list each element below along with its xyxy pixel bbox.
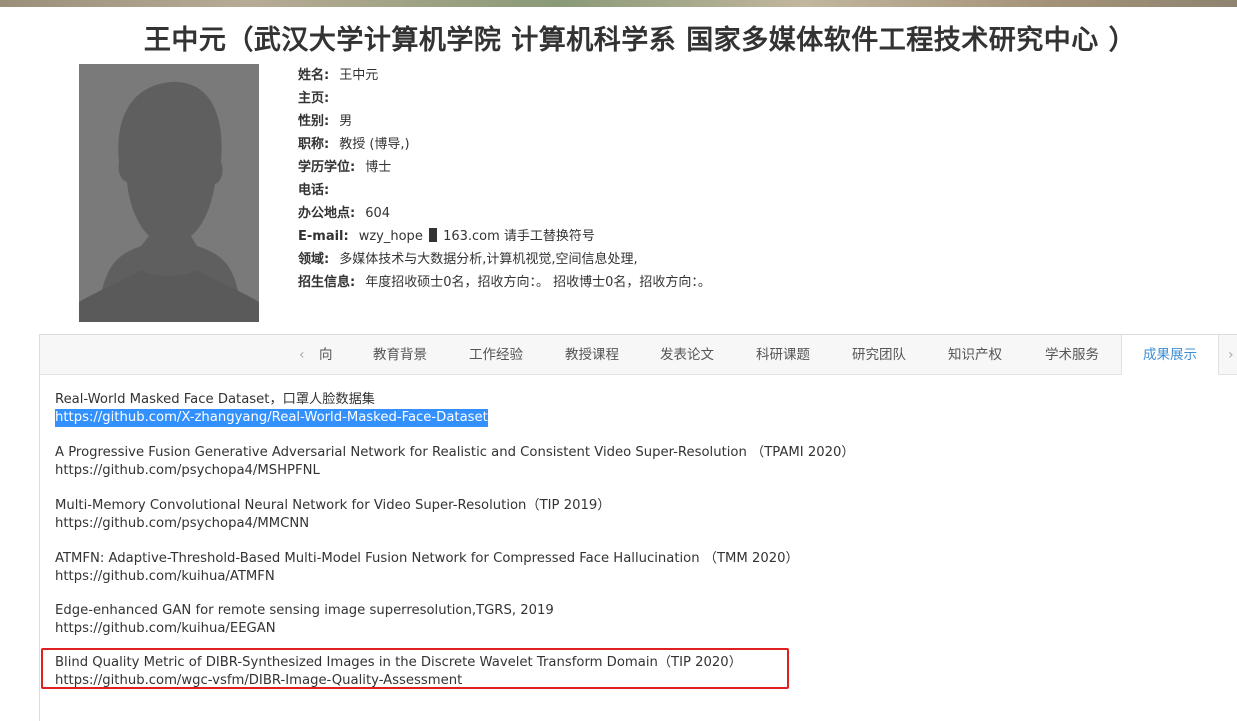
profile-label: 学历学位: bbox=[298, 160, 356, 175]
profile-value: 博士 bbox=[365, 160, 392, 175]
tab-direction[interactable]: 向 bbox=[319, 335, 333, 374]
list-item: Multi-Memory Convolutional Neural Networ… bbox=[55, 497, 610, 533]
profile-label: 姓名: bbox=[298, 68, 330, 83]
profile-label: 主页: bbox=[298, 91, 330, 106]
entry-title: A Progressive Fusion Generative Adversar… bbox=[55, 445, 855, 460]
entry-link[interactable]: https://github.com/kuihua/ATMFN bbox=[55, 568, 799, 586]
profile-value: 王中元 bbox=[339, 68, 379, 83]
entry-link[interactable]: https://github.com/psychopa4/MMCNN bbox=[55, 515, 610, 533]
header-banner-strip bbox=[0, 0, 1237, 7]
profile-row-email: E-mail: wzy_hope 163.com 请手工替换符号 bbox=[298, 227, 711, 250]
tab-papers[interactable]: 发表论文 bbox=[660, 335, 714, 374]
profile-row-admission: 招生信息: 年度招收硕士0名，招收方向：。 招收博士0名，招收方向：。 bbox=[298, 273, 711, 296]
person-silhouette-icon bbox=[79, 64, 259, 322]
tab-service[interactable]: 学术服务 bbox=[1045, 335, 1099, 374]
redacted-at-icon bbox=[428, 228, 437, 242]
profile-label: 领域: bbox=[298, 252, 330, 267]
tab-achievements[interactable]: 成果展示 bbox=[1121, 335, 1219, 375]
profile-row-gender: 性别: 男 bbox=[298, 112, 711, 135]
tab-courses[interactable]: 教授课程 bbox=[565, 335, 619, 374]
profile-label: E-mail: bbox=[298, 229, 349, 244]
entry-link[interactable]: https://github.com/psychopa4/MSHPFNL bbox=[55, 462, 855, 480]
avatar bbox=[79, 64, 259, 322]
profile-label: 招生信息: bbox=[298, 275, 356, 290]
tab-experience[interactable]: 工作经验 bbox=[469, 335, 523, 374]
profile-label: 电话: bbox=[298, 183, 330, 198]
profile-value: 多媒体技术与大数据分析,计算机视觉,空间信息处理, bbox=[339, 252, 638, 267]
profile-row-degree: 学历学位: 博士 bbox=[298, 158, 711, 181]
email-domain: 163.com 请手工替换符号 bbox=[443, 229, 595, 244]
entry-title: Edge-enhanced GAN for remote sensing ima… bbox=[55, 603, 554, 618]
profile-info: 姓名: 王中元 主页: 性别: 男 职称: 教授 (博导,) 学历学位: 博士 电话: … bbox=[298, 66, 711, 296]
profile-row-title: 职称: 教授 (博导,) bbox=[298, 135, 711, 158]
tab-education[interactable]: 教育背景 bbox=[373, 335, 427, 374]
entry-link[interactable]: https://github.com/X-zhangyang/Real-Worl… bbox=[55, 409, 488, 427]
tab-bar: ‹ 向 教育背景 工作经验 教授课程 发表论文 科研课题 研究团队 知识产权 学… bbox=[40, 335, 1237, 375]
list-item: ATMFN: Adaptive-Threshold-Based Multi-Mo… bbox=[55, 550, 799, 586]
tab-ip[interactable]: 知识产权 bbox=[948, 335, 1002, 374]
profile-value: 604 bbox=[365, 206, 391, 221]
profile-label: 性别: bbox=[298, 114, 330, 129]
chevron-right-icon[interactable]: › bbox=[1228, 335, 1234, 374]
page-title: 王中元（武汉大学计算机学院 计算机科学系 国家多媒体软件工程技术研究中心 ） bbox=[143, 25, 1137, 56]
entry-title: Real-World Masked Face Dataset，口罩人脸数据集 bbox=[55, 392, 375, 407]
profile-value: 教授 (博导,) bbox=[339, 137, 410, 152]
entry-title: Multi-Memory Convolutional Neural Networ… bbox=[55, 498, 611, 513]
profile-value: 男 bbox=[339, 114, 353, 129]
profile-label: 办公地点: bbox=[298, 206, 356, 221]
entry-title: ATMFN: Adaptive-Threshold-Based Multi-Mo… bbox=[55, 551, 799, 566]
list-item: Real-World Masked Face Dataset，口罩人脸数据集 h… bbox=[55, 391, 488, 427]
profile-row-homepage: 主页: bbox=[298, 89, 711, 112]
profile-label: 职称: bbox=[298, 137, 330, 152]
list-item: Edge-enhanced GAN for remote sensing ima… bbox=[55, 602, 554, 638]
profile-row-field: 领域: 多媒体技术与大数据分析,计算机视觉,空间信息处理, bbox=[298, 250, 711, 273]
profile-value: 年度招收硕士0名，招收方向：。 招收博士0名，招收方向：。 bbox=[365, 275, 711, 290]
profile-row-office: 办公地点: 604 bbox=[298, 204, 711, 227]
tab-team[interactable]: 研究团队 bbox=[852, 335, 906, 374]
highlight-annotation-box bbox=[41, 648, 789, 689]
list-item: A Progressive Fusion Generative Adversar… bbox=[55, 444, 855, 480]
tab-projects[interactable]: 科研课题 bbox=[756, 335, 810, 374]
profile-row-phone: 电话: bbox=[298, 181, 711, 204]
profile-row-name: 姓名: 王中元 bbox=[298, 66, 711, 89]
entry-link[interactable]: https://github.com/kuihua/EEGAN bbox=[55, 620, 554, 638]
email-user: wzy_hope bbox=[358, 229, 423, 244]
chevron-left-icon[interactable]: ‹ bbox=[299, 335, 305, 374]
